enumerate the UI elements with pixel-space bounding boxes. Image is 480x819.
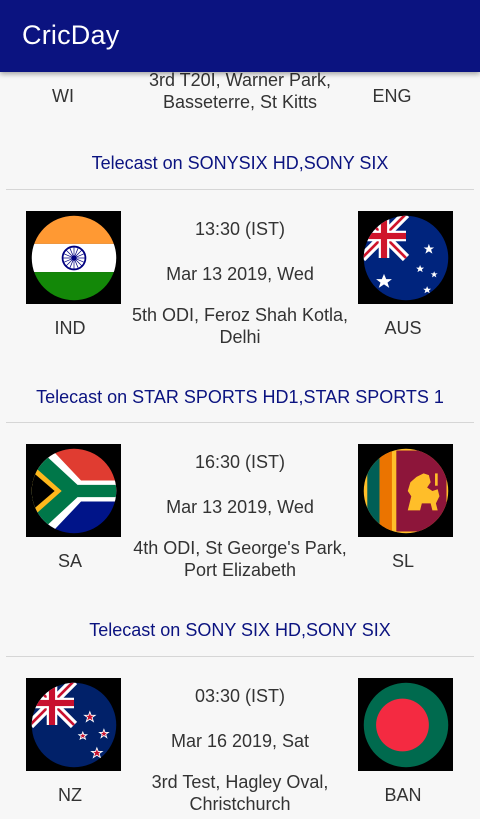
venue-text: 3rd Test, Hagley Oval, Christchurch (151, 772, 329, 814)
team2-label: SL (391, 551, 415, 571)
match-time: 03:30 (IST) (194, 686, 286, 706)
match-card[interactable]: 13:30 (IST) Mar 13 2019, Wed 5th ODI, Fe… (0, 211, 480, 383)
match-time: 13:30 (IST) (194, 219, 286, 239)
team1-label: IND (54, 318, 86, 338)
venue-text: 4th ODI, St George's Park, Port Elizabet… (133, 538, 347, 580)
telecast-info: Telecast on SONYSIX HD,SONY SIX (91, 153, 389, 173)
match-date: Mar 13 2019, Wed (166, 264, 314, 284)
venue-text: 3rd T20I, Warner Park, Basseterre, St Ki… (148, 70, 332, 112)
telecast-info: Telecast on STAR SPORTS HD1,STAR SPORTS … (36, 387, 444, 407)
match-time: 16:30 (IST) (194, 452, 286, 472)
team1-label: NZ (58, 785, 82, 805)
australia-flag-icon (358, 211, 453, 304)
south-africa-flag-icon (26, 444, 121, 537)
divider (6, 656, 474, 657)
team1-label: WI (52, 86, 74, 106)
app-bar: CricDay (0, 0, 480, 72)
match-card[interactable]: 03:30 (IST) Mar 16 2019, Sat 3rd Test, H… (0, 678, 480, 819)
telecast-info: Telecast on SONY SIX HD,SONY SIX (89, 620, 391, 640)
team2-label: AUS (384, 318, 422, 338)
divider (6, 189, 474, 190)
sri-lanka-flag-icon (358, 444, 453, 537)
match-date: Mar 16 2019, Sat (170, 731, 310, 751)
india-flag-icon (26, 211, 121, 304)
new-zealand-flag-icon (26, 678, 121, 771)
divider (6, 422, 474, 423)
team1-label: SA (57, 551, 82, 571)
match-card[interactable]: 16:30 (IST) Mar 13 2019, Wed 4th ODI, St… (0, 444, 480, 616)
match-date: Mar 13 2019, Wed (166, 497, 314, 517)
app-title: CricDay (22, 20, 120, 50)
team2-label: ENG (372, 86, 412, 106)
bangladesh-flag-icon (358, 678, 453, 771)
match-list: WI 3rd T20I, Warner Park, Basseterre, St… (0, 0, 480, 819)
venue-text: 5th ODI, Feroz Shah Kotla, Delhi (131, 305, 349, 347)
team2-label: BAN (384, 785, 422, 805)
